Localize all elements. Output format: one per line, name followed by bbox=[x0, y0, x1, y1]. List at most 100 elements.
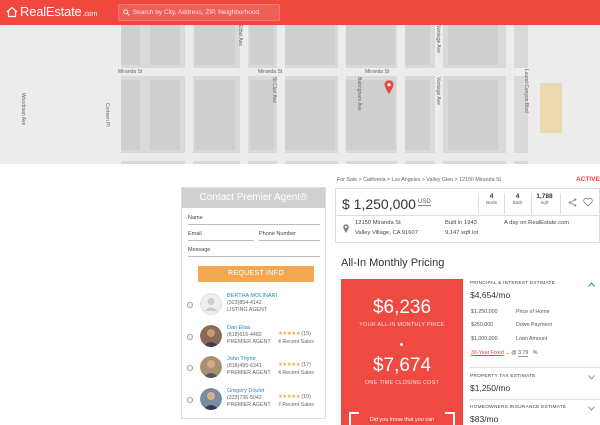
street-label: Corteen Pl bbox=[104, 103, 110, 127]
year-built: Built in 1943 bbox=[445, 220, 477, 226]
park-area bbox=[540, 83, 562, 133]
all-in-price-card: $6,236 YOUR ALL-IN MONTHLY PRICE $7,674 … bbox=[341, 279, 463, 425]
recent-sales: 4 Recent Sales bbox=[278, 370, 314, 376]
heart-icon[interactable] bbox=[583, 197, 593, 207]
breadcrumb-item[interactable]: California bbox=[363, 177, 385, 183]
closing-cost-label: ONE-TIME CLOSING COST bbox=[364, 380, 440, 386]
listing-price: $ 1,250,000 bbox=[342, 196, 416, 212]
down-payment-value: $250,000 bbox=[471, 322, 494, 328]
street-label: Miranda St bbox=[365, 69, 390, 75]
contact-panel-title: Contact Premier Agent® bbox=[182, 188, 325, 208]
contact-agent-panel: Contact Premier Agent® Name Email Phone … bbox=[181, 187, 326, 419]
house-icon bbox=[6, 6, 18, 17]
chevron-up-icon[interactable] bbox=[588, 282, 595, 287]
sqft-stat: 1,788 sqft bbox=[531, 193, 557, 214]
agent-radio[interactable] bbox=[187, 397, 193, 403]
street-label: Vantage Ave bbox=[435, 77, 441, 105]
agent-phone: (818)616-4482 bbox=[227, 332, 262, 338]
location-pin-icon bbox=[343, 224, 349, 233]
star-rating: ★★★★★ (19) bbox=[278, 394, 311, 400]
logo-text: RealEstate bbox=[20, 4, 82, 19]
agent-role: PREMIER AGENT bbox=[227, 402, 271, 408]
street-label: Laurel Canyon Blvd bbox=[523, 69, 529, 113]
listing-summary: $ 1,250,000 USD 4 Beds 4 Bath 1,788 sqft 12… bbox=[335, 188, 600, 243]
monthly-price-label: YOUR ALL-IN MONTHLY PRICE bbox=[359, 322, 445, 328]
agent-phone: (818)495-6341 bbox=[227, 363, 262, 369]
interest-rate-input[interactable]: 3.79 bbox=[518, 350, 529, 357]
home-price-value: $1,250,000 bbox=[471, 309, 498, 315]
agent-name[interactable]: John Thyne bbox=[227, 356, 256, 362]
email-field[interactable]: Email bbox=[188, 230, 254, 241]
breadcrumb-item[interactable]: For Sale bbox=[337, 177, 357, 183]
lot-size: 9,147 sqft lot bbox=[445, 230, 479, 236]
status-badge: ACTIVE bbox=[576, 176, 600, 183]
agent-name[interactable]: BERTHA MOLINARI bbox=[227, 293, 277, 299]
street-label: Woodman Ave bbox=[20, 93, 26, 126]
street-label: Babrigham Ave bbox=[356, 77, 362, 111]
chevron-down-icon[interactable] bbox=[588, 375, 595, 380]
agent-radio[interactable] bbox=[187, 365, 193, 371]
message-field[interactable]: Message bbox=[188, 246, 320, 257]
request-info-button[interactable]: REQUEST INFO bbox=[198, 266, 314, 282]
map-view[interactable]: Miranda St Miranda St Miranda St Woodman… bbox=[0, 25, 600, 164]
tip-text: Did you know that you can bbox=[369, 417, 435, 423]
star-rating: ★★★★★ (17) bbox=[278, 362, 311, 368]
agent-phone: (323)736-5042 bbox=[227, 395, 262, 401]
agent-radio[interactable] bbox=[187, 334, 193, 340]
logo-domain: .com bbox=[82, 10, 98, 18]
loan-type-row: 30-Year Fixed ⌄ @ 3.79 % bbox=[471, 350, 538, 357]
tax-value: $1,250/mo bbox=[470, 383, 511, 393]
agent-radio[interactable] bbox=[187, 302, 193, 308]
currency-selector[interactable]: USD bbox=[418, 199, 431, 206]
loan-amount-label: Loan Amount bbox=[516, 336, 548, 342]
default-avatar-icon bbox=[200, 293, 222, 315]
agent-phone: (323)854-4142 bbox=[227, 300, 262, 306]
street-label: Ethel Ave bbox=[237, 25, 243, 47]
breadcrumb: For Sale > California > Los Angeles > Va… bbox=[337, 177, 501, 183]
search-bar[interactable] bbox=[118, 4, 280, 21]
street-label: St Clair Ave bbox=[271, 77, 277, 104]
principal-interest-estimate[interactable]: PRINCIPAL & INTEREST ESTIMATE $4,654/mo bbox=[470, 281, 600, 300]
agent-option[interactable]: John Thyne (818)495-6341 PREMIER AGENT ★… bbox=[186, 355, 326, 385]
breadcrumb-item[interactable]: Valley Glen bbox=[426, 177, 453, 183]
down-payment-label: Down Payment bbox=[516, 322, 552, 328]
breadcrumb-item[interactable]: Los Angeles bbox=[392, 177, 421, 183]
loan-type-dropdown[interactable]: 30-Year Fixed bbox=[471, 350, 504, 356]
recent-sales: 7 Recent Sales bbox=[278, 402, 314, 408]
agent-photo bbox=[200, 388, 222, 410]
agent-role: LISTING AGENT bbox=[227, 307, 268, 313]
street-label: Miranda St bbox=[118, 69, 143, 75]
share-icon[interactable] bbox=[568, 198, 577, 207]
address-line2: Valley Village, CA 91607 bbox=[355, 230, 418, 236]
baths-stat: 4 Bath bbox=[504, 193, 530, 214]
street-label: Miranda St bbox=[258, 69, 283, 75]
pricing-title: All-In Monthly Pricing bbox=[341, 257, 445, 269]
agent-option[interactable]: Gregory Doulet (323)736-5042 PREMIER AGE… bbox=[186, 387, 326, 417]
star-rating: ★★★★★ (15) bbox=[278, 331, 311, 337]
search-input[interactable] bbox=[132, 9, 279, 16]
search-icon bbox=[123, 9, 130, 16]
agent-role: PREMIER AGENT bbox=[227, 339, 271, 345]
chevron-down-icon[interactable] bbox=[588, 406, 595, 411]
agent-name[interactable]: Dan Elias bbox=[227, 325, 251, 331]
site-logo[interactable]: RealEstate .com bbox=[6, 4, 97, 19]
beds-stat: 4 Beds bbox=[478, 193, 504, 214]
agent-photo bbox=[200, 325, 222, 347]
property-tax-estimate[interactable]: PROPERTY TAX ESTIMATE $1,250/mo bbox=[470, 374, 600, 393]
agent-name[interactable]: Gregory Doulet bbox=[227, 388, 264, 394]
loan-amount-value: $1,000,000 bbox=[471, 336, 498, 342]
days-on-site: A day on RealEstate.com bbox=[504, 220, 570, 226]
map-pin-icon[interactable] bbox=[384, 80, 394, 94]
name-field[interactable]: Name bbox=[188, 214, 320, 225]
closing-cost: $7,674 bbox=[372, 355, 432, 376]
agent-role: PREMIER AGENT bbox=[227, 370, 271, 376]
phone-field[interactable]: Phone Number bbox=[259, 230, 320, 241]
monthly-price: $6,236 bbox=[372, 297, 432, 318]
top-header-bar: RealEstate .com bbox=[0, 0, 600, 25]
separator-dot bbox=[400, 343, 403, 346]
recent-sales: 4 Recent Sales bbox=[278, 339, 314, 345]
homeowners-insurance-estimate[interactable]: HOMEOWNERS INSURANCE ESTIMATE $83/mo bbox=[470, 405, 600, 424]
pi-value: $4,654/mo bbox=[470, 290, 511, 300]
agent-option[interactable]: Dan Elias (818)616-4482 PREMIER AGENT ★★… bbox=[186, 324, 326, 354]
agent-option[interactable]: BERTHA MOLINARI (323)854-4142 LISTING AG… bbox=[186, 292, 326, 322]
